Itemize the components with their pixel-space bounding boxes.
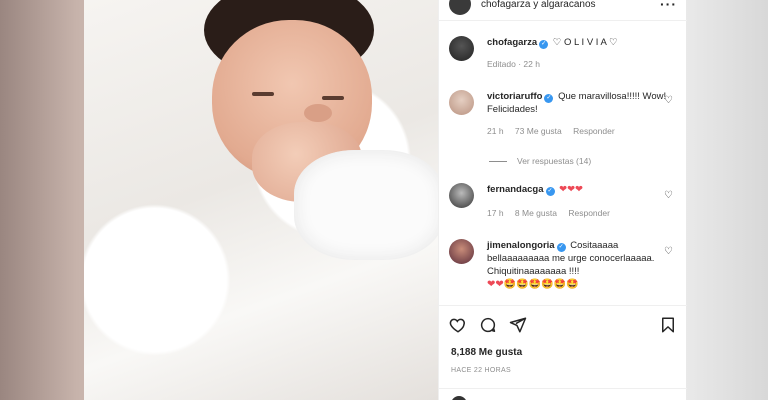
comment-username[interactable]: victoriaruffo xyxy=(487,91,542,102)
comment-like-heart-icon[interactable]: ♡ xyxy=(664,96,673,106)
action-bar xyxy=(449,316,677,334)
comment-likes[interactable]: 8 Me gusta xyxy=(515,208,557,218)
comment-username[interactable]: jimenalongoria xyxy=(487,240,555,251)
more-options-icon[interactable]: ··· xyxy=(660,0,677,11)
bookmark-icon[interactable] xyxy=(659,316,677,334)
comment-emojis: ❤❤🤩🤩🤩🤩🤩🤩 xyxy=(487,279,579,290)
comment-item: jimenalongoria ✓ Cositaaaaa bellaaaaaaaaa… xyxy=(449,239,679,291)
instagram-post: chofagarza y algaracanos ··· chofagarza ✓… xyxy=(84,0,687,400)
verified-badge-icon: ✓ xyxy=(539,40,549,49)
comment-meta: 17 h 8 Me gusta Responder xyxy=(487,207,679,220)
view-replies[interactable]: Ver respuestas (14) xyxy=(489,156,591,166)
likes-count[interactable]: 8,188 Me gusta xyxy=(451,347,522,358)
share-icon[interactable] xyxy=(509,316,527,334)
verified-badge-icon: ✓ xyxy=(545,187,555,196)
header-usernames[interactable]: chofagarza y algaracanos xyxy=(481,0,596,10)
comment-time: 17 h xyxy=(487,208,504,218)
author-avatar[interactable] xyxy=(449,0,471,15)
comment-avatar[interactable] xyxy=(449,239,474,264)
actions-divider xyxy=(439,305,687,306)
footer-divider xyxy=(439,388,687,389)
heart-icon[interactable] xyxy=(449,316,467,334)
photo-eye-right xyxy=(322,96,344,100)
verified-badge-icon: ✓ xyxy=(544,94,554,103)
post-header: chofagarza y algaracanos ··· xyxy=(449,0,687,15)
caption: chofagarza ✓ ♡ O L I V I A ♡ Editado · 22… xyxy=(449,36,679,71)
view-replies-label[interactable]: Ver respuestas (14) xyxy=(517,156,591,166)
photo-eye-left xyxy=(252,92,274,96)
reply-button[interactable]: Responder xyxy=(573,126,615,136)
caption-meta: Editado · 22 h xyxy=(487,59,540,69)
bottom-avatar xyxy=(451,396,467,400)
comment-time: 21 h xyxy=(487,126,504,136)
comment-meta: 21 h 73 Me gusta Responder xyxy=(487,125,679,138)
comment-item: fernandacga ✓ ❤❤❤ 17 h 8 Me gusta Respond… xyxy=(449,183,679,220)
reply-button[interactable]: Responder xyxy=(568,208,610,218)
comment-avatar[interactable] xyxy=(449,90,474,115)
photo-sleeve xyxy=(294,150,438,260)
comment-avatar[interactable] xyxy=(449,183,474,208)
comment-like-heart-icon[interactable]: ♡ xyxy=(664,247,673,257)
caption-avatar[interactable] xyxy=(449,36,474,61)
blurred-background-right xyxy=(686,0,768,400)
header-divider xyxy=(439,20,687,21)
comment-likes[interactable]: 73 Me gusta xyxy=(515,126,562,136)
caption-text: ♡ O L I V I A ♡ xyxy=(552,37,618,48)
post-photo[interactable] xyxy=(84,0,438,400)
comment-like-heart-icon[interactable]: ♡ xyxy=(664,191,673,201)
photo-nose xyxy=(304,104,332,122)
posted-time: HACE 22 HORAS xyxy=(451,367,511,374)
comment-username[interactable]: fernandacga xyxy=(487,184,544,195)
comment-text: ❤❤❤ xyxy=(559,184,584,195)
comment-item: victoriaruffo ✓ Que maravillosa!!!!! Wow!… xyxy=(449,90,679,138)
comment-icon[interactable] xyxy=(479,316,497,334)
caption-username[interactable]: chofagarza xyxy=(487,37,537,48)
comments-panel: chofagarza y algaracanos ··· chofagarza ✓… xyxy=(438,0,687,400)
replies-line xyxy=(489,160,507,162)
verified-badge-icon: ✓ xyxy=(556,243,566,252)
